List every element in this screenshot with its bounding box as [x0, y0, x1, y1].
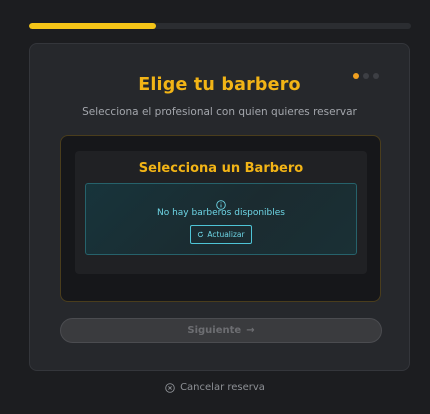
progress-bar-fill — [29, 23, 157, 29]
refresh-button-label: Actualizar — [207, 230, 245, 239]
next-button-label: Siguiente — [187, 325, 242, 336]
cancel-booking-link[interactable]: Cancelar reserva — [0, 382, 430, 393]
empty-state-alert: No hay barberos disponibles Actualizar — [85, 183, 357, 255]
arrow-right-icon: → — [246, 325, 255, 336]
barber-selector-inner: Selecciona un Barbero No hay barberos di… — [75, 151, 367, 274]
next-button[interactable]: Siguiente → — [60, 318, 382, 343]
booking-card: Elige tu barbero Selecciona el profesion… — [29, 43, 410, 371]
progress-bar — [29, 23, 411, 29]
refresh-icon — [198, 231, 204, 238]
info-circle-icon — [216, 195, 226, 210]
barber-selector-panel: Selecciona un Barbero No hay barberos di… — [60, 135, 381, 302]
selector-title: Selecciona un Barbero — [138, 161, 304, 176]
empty-state-message: No hay barberos disponibles — [156, 208, 285, 218]
cancel-booking-label: Cancelar reserva — [180, 382, 265, 393]
x-circle-icon — [165, 382, 175, 393]
page-title: Elige tu barbero — [138, 75, 301, 95]
page-subtitle: Selecciona el profesional con quien quie… — [82, 106, 357, 118]
refresh-button[interactable]: Actualizar — [190, 225, 252, 244]
